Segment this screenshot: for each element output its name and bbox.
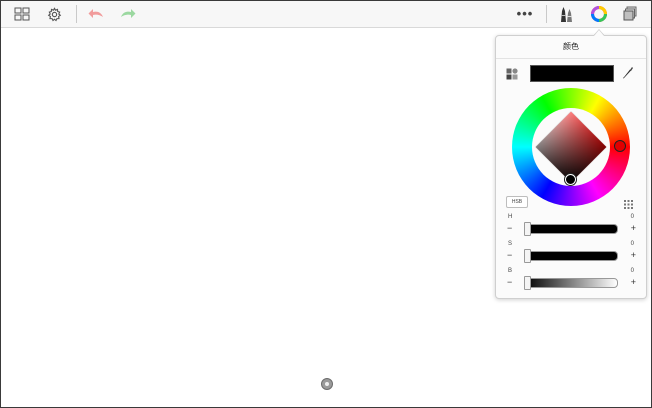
palette-grid-button[interactable]	[624, 196, 633, 214]
saturation-slider-track[interactable]	[524, 251, 618, 261]
hue-slider-row: H 0 − +	[496, 214, 646, 240]
color-wheel[interactable]	[512, 88, 630, 206]
top-toolbar: •••	[1, 1, 651, 28]
saturation-slider-row: S 0 − +	[496, 241, 646, 267]
redo-button[interactable]	[119, 5, 137, 23]
toolbar-divider	[546, 5, 547, 23]
toolbar-divider	[76, 5, 77, 23]
saturation-brightness-handle[interactable]	[565, 174, 576, 185]
saturation-increment-button[interactable]: +	[631, 250, 636, 260]
brushes-button[interactable]	[556, 5, 576, 23]
color-mode-button[interactable]: HSB	[506, 196, 528, 208]
brightness-increment-button[interactable]: +	[631, 277, 636, 287]
settings-button[interactable]	[45, 5, 63, 23]
palette-grid-icon	[624, 200, 633, 209]
layers-icon	[623, 6, 637, 21]
hue-increment-button[interactable]: +	[631, 223, 636, 233]
brush-icon	[561, 7, 572, 22]
grid-icon	[14, 7, 30, 21]
brightness-slider-thumb[interactable]	[524, 276, 531, 290]
saturation-slider-value: 0	[630, 241, 634, 247]
saturation-slider-thumb[interactable]	[524, 249, 531, 263]
brightness-slider-track[interactable]	[524, 278, 618, 288]
hue-slider-label: H	[508, 214, 513, 220]
hue-handle[interactable]	[614, 140, 626, 152]
undo-arrow-icon	[88, 9, 103, 18]
gallery-button[interactable]	[13, 5, 31, 23]
color-wheel-icon	[591, 6, 607, 22]
layers-button[interactable]	[621, 5, 641, 23]
hue-slider-thumb[interactable]	[524, 222, 531, 236]
brightness-slider-row: B 0 − +	[496, 268, 646, 294]
eyedropper-icon	[623, 67, 633, 79]
saturation-slider-label: S	[508, 241, 513, 247]
brightness-slider-label: B	[508, 268, 513, 274]
hue-slider-value: 0	[630, 214, 634, 220]
brightness-decrement-button[interactable]: −	[507, 277, 512, 287]
swatches-button[interactable]	[506, 67, 518, 85]
gear-icon	[47, 6, 61, 21]
hue-decrement-button[interactable]: −	[507, 223, 512, 233]
app-window: ••• 颜色 HSB H 0 − + S 0 − + B 0 − +	[0, 0, 652, 408]
popover-caret-fill	[594, 30, 604, 36]
brightness-slider-value: 0	[630, 268, 634, 274]
redo-arrow-icon	[121, 9, 136, 18]
hue-slider-track[interactable]	[524, 224, 618, 234]
eyedropper-button[interactable]	[622, 66, 634, 85]
colors-button[interactable]	[589, 5, 609, 23]
more-button[interactable]: •••	[514, 5, 536, 23]
color-panel: 颜色 HSB H 0 − + S 0 − + B 0 − +	[495, 35, 647, 299]
undo-button[interactable]	[87, 5, 105, 23]
current-color-well[interactable]	[530, 65, 614, 82]
canvas-home-button[interactable]	[321, 378, 333, 390]
swatches-icon	[506, 68, 518, 80]
saturation-decrement-button[interactable]: −	[507, 250, 512, 260]
color-panel-title: 颜色	[496, 36, 646, 59]
more-button-label: •••	[516, 6, 534, 21]
